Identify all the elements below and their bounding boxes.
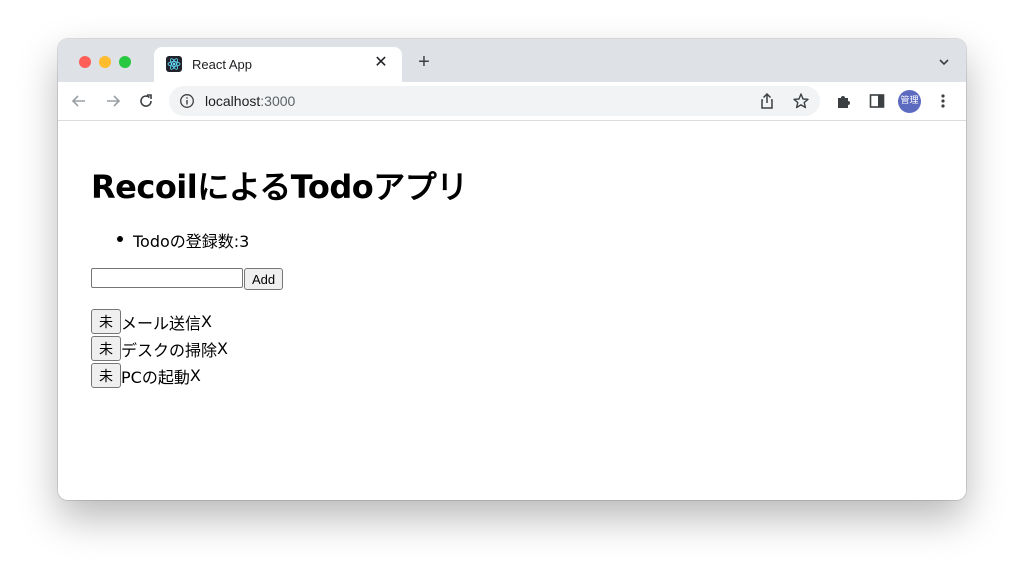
side-panel-icon[interactable] <box>868 92 886 110</box>
add-button[interactable]: Add <box>244 268 284 290</box>
maximize-window-button[interactable] <box>119 56 131 68</box>
tab-strip: React App ✕ + <box>58 39 966 82</box>
avatar[interactable]: 管理 <box>898 90 921 113</box>
add-todo-form: Add <box>91 268 284 290</box>
todo-text: PCの起動 <box>121 367 190 387</box>
info-icon[interactable] <box>179 93 195 109</box>
url-text[interactable]: localhost:3000 <box>205 93 295 109</box>
todo-status-button[interactable]: 未 <box>91 363 121 388</box>
close-window-button[interactable] <box>79 56 91 68</box>
minimize-window-button[interactable] <box>99 56 111 68</box>
page-content: RecoilによるTodoアプリ Todoの登録数:3 Add 未 メール送信 … <box>58 121 966 500</box>
todo-status-button[interactable]: 未 <box>91 309 121 334</box>
react-logo-icon <box>166 56 182 72</box>
todo-delete[interactable]: X <box>201 312 212 331</box>
todo-status-button[interactable]: 未 <box>91 336 121 361</box>
browser-toolbar: localhost:3000 管理 <box>58 82 966 121</box>
star-icon[interactable] <box>792 92 810 110</box>
todo-item: 未 PCの起動 X <box>91 362 228 389</box>
todo-text: メール送信 <box>121 313 202 333</box>
tab-react-app[interactable]: React App ✕ <box>154 47 402 82</box>
todo-count: Todoの登録数:3 <box>113 228 249 252</box>
todo-text: デスクの掃除 <box>121 340 218 360</box>
extensions-icon[interactable] <box>835 92 853 110</box>
todo-input[interactable] <box>91 268 243 288</box>
todo-item: 未 デスクの掃除 X <box>91 335 228 362</box>
new-tab-button[interactable]: + <box>414 52 434 72</box>
todo-delete[interactable]: X <box>190 366 201 385</box>
address-bar[interactable]: localhost:3000 <box>169 86 820 116</box>
tab-title: React App <box>192 57 252 72</box>
more-menu-icon[interactable] <box>934 92 952 110</box>
browser-window: React App ✕ + localhost:3000 管理 Recoilによ… <box>58 39 966 500</box>
todo-list: 未 メール送信 X 未 デスクの掃除 X 未 PCの起動 X <box>91 308 228 389</box>
tab-close-button[interactable]: ✕ <box>372 54 390 72</box>
share-icon[interactable] <box>758 92 776 110</box>
chevron-down-icon[interactable] <box>938 56 950 68</box>
todo-delete[interactable]: X <box>217 339 228 358</box>
page-title: RecoilによるTodoアプリ <box>91 168 468 206</box>
forward-arrow-icon[interactable] <box>104 92 122 110</box>
reload-icon[interactable] <box>137 92 155 110</box>
todo-item: 未 メール送信 X <box>91 308 228 335</box>
back-arrow-icon[interactable] <box>70 92 88 110</box>
todo-count-list: Todoの登録数:3 <box>113 228 249 252</box>
